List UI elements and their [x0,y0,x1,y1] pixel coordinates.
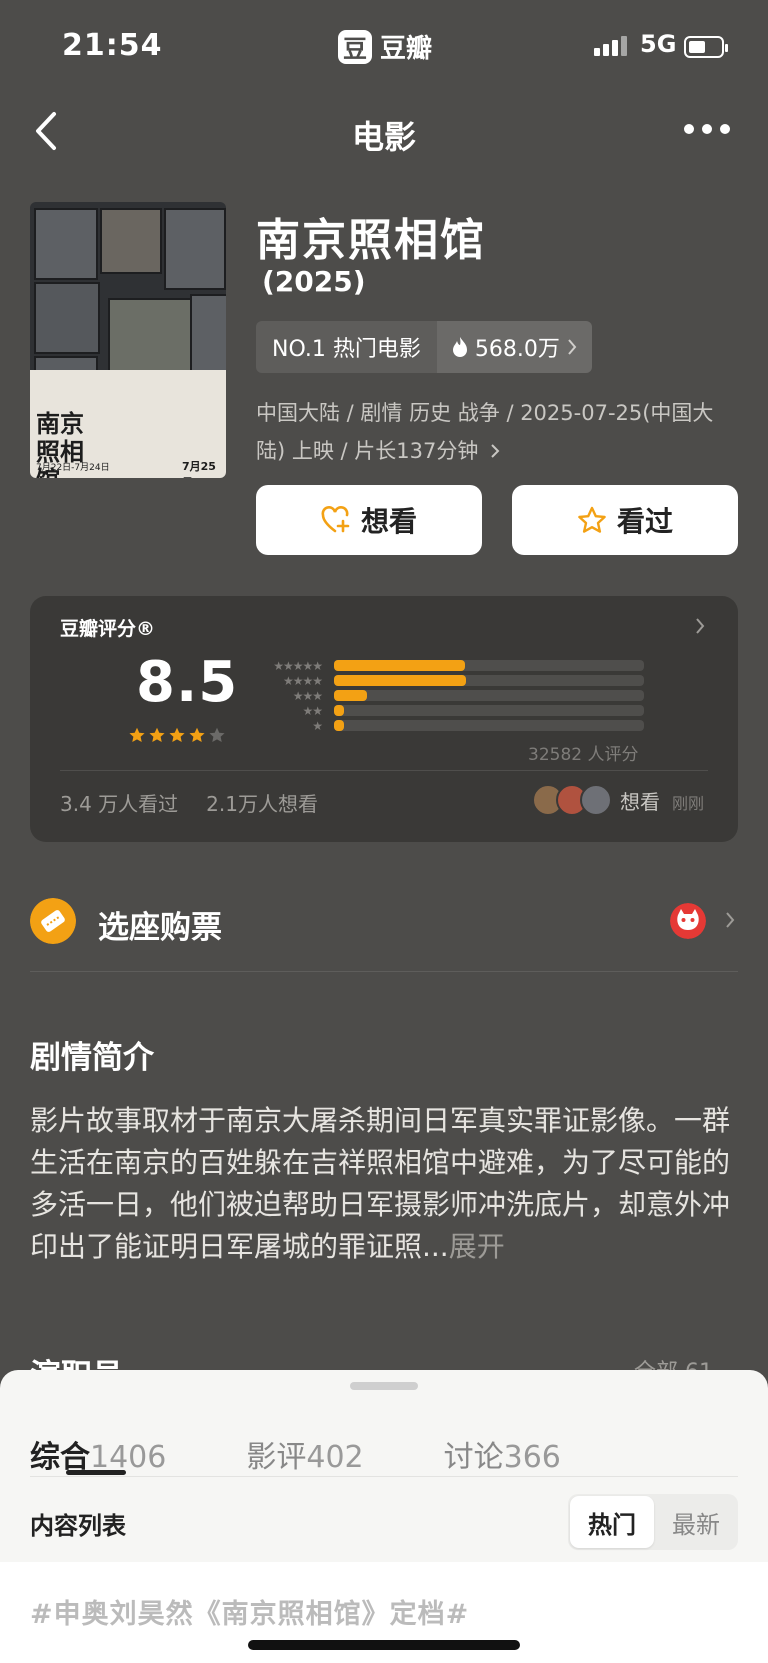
distribution-track [334,690,644,701]
movie-poster[interactable]: 南京照相馆 7月22日-7月24日 7月25日 [30,202,226,478]
movie-meta[interactable]: 中国大陆 / 剧情 历史 战争 / 2025-07-25(中国大陆) 上映 / … [256,394,736,470]
distribution-row: ★★ [252,703,652,719]
status-time: 21:54 [62,28,163,63]
distribution-row: ★★★★ [252,673,652,689]
distribution-row: ★ [252,718,652,734]
seen-label: 看过 [616,505,673,538]
distribution-bar [334,675,467,686]
rating-star-icon [189,727,205,742]
content-list-title: 内容列表 [30,1512,126,1540]
divider [60,770,708,771]
active-tab-indicator [66,1470,126,1475]
distribution-bar [334,660,465,671]
distribution-track [334,705,644,716]
distribution-stars-icon: ★ [312,719,323,733]
page-title: 电影 [351,118,416,156]
divider [30,971,738,972]
flame-icon [452,337,467,357]
chevron-right-icon [568,339,577,355]
wanted-count: 2.1万人想看 [206,792,318,816]
rating-stats: 3.4 万人看过 2.1万人想看 [60,788,318,817]
watched-button[interactable]: 看过 [512,485,738,555]
sort-toggle: 热门 最新 [568,1494,738,1550]
battery-icon [684,36,728,58]
movie-year: (2025) [262,265,366,298]
signal-icon [594,36,627,56]
network-label: 5G [640,30,677,58]
distribution-stars-icon: ★★★ [292,689,323,703]
rank-label: NO.1 热门电影 [256,321,437,373]
distribution-row: ★★★ [252,688,652,704]
distribution-stars-icon: ★★★★★ [273,659,323,673]
rating-score: 8.5 [136,650,239,715]
star-icon [578,506,606,533]
avatar [580,784,612,816]
distribution-stars-icon: ★★ [302,704,323,718]
tab-count: 402 [306,1440,364,1475]
want-label: 想看 [360,505,417,538]
distribution-track [334,720,644,731]
recent-time: 刚刚 [672,794,705,813]
rating-star-icon [149,727,165,742]
movie-title: 南京照相馆 [256,215,486,266]
sort-hot-button[interactable]: 热门 [570,1496,654,1548]
rating-card[interactable]: 豆瓣评分® 8.5 ★★★★★ ★★★★ ★★★ ★★ ★ 32582 人评分 3.4 … [30,596,738,842]
heat-value: 568.0万 [474,337,560,362]
tab-label: 影评 [246,1440,307,1475]
watched-count: 3.4 万人看过 [60,792,179,816]
app-badge: 豆 豆瓣 [338,28,432,65]
bottom-sheet[interactable]: 综合1406 影评402 讨论366 内容列表 热门 最新 #申奥刘昊然《南京照… [0,1370,768,1663]
recent-action: 想看 [620,790,660,814]
buy-ticket-label[interactable]: 选座购票 [98,902,222,947]
rating-star-icon [169,727,185,742]
rating-star-icon [209,727,225,742]
want-to-watch-button[interactable]: 想看 [256,485,482,555]
distribution-bar [334,705,344,716]
synopsis-title: 剧情简介 [30,1040,154,1076]
rating-star-icon [129,727,145,742]
heat-chip: 568.0万 [436,321,592,373]
synopsis-text[interactable]: 影片故事取材于南京大屠杀期间日军真实罪证影像。一群生活在南京的百姓躲在吉祥照相馆… [30,1100,738,1268]
rating-source-label: 豆瓣评分® [60,618,156,640]
distribution-stars-icon: ★★★★ [282,674,323,688]
distribution-track [334,675,644,686]
app-name: 豆瓣 [380,34,433,64]
rank-chip[interactable]: NO.1 热门电影 568.0万 [256,321,592,373]
sort-new-button[interactable]: 最新 [654,1496,738,1548]
more-icon[interactable] [684,118,734,140]
meta-text: 中国大陆 / 剧情 历史 战争 / 2025-07-25(中国大陆) 上映 / … [256,401,714,463]
chevron-right-icon [696,618,705,634]
friend-avatars[interactable] [532,784,612,816]
distribution-track [334,660,644,671]
chevron-right-icon [491,444,500,458]
poster-release-date: 7月25日 [182,460,216,478]
rating-count: 32582 人评分 [528,745,639,765]
distribution-bar [334,690,368,701]
tab-discussions[interactable]: 讨论366 [444,1432,561,1476]
ticket-icon [30,898,76,944]
heart-plus-icon [321,506,350,533]
poster-preview-date: 7月22日-7月24日 [36,463,110,473]
home-indicator [248,1640,520,1650]
sheet-grabber[interactable] [350,1382,418,1390]
chevron-right-icon[interactable] [724,910,736,930]
tab-reviews[interactable]: 影评402 [246,1432,363,1476]
rating-stars [128,726,226,744]
douban-logo-icon: 豆 [338,29,372,64]
divider [30,1476,738,1477]
distribution-bar [334,720,344,731]
rating-distribution: ★★★★★ ★★★★ ★★★ ★★ ★ [252,658,652,742]
distribution-row: ★★★★★ [252,658,652,674]
tab-label: 讨论 [443,1440,504,1475]
tab-count: 366 [503,1440,561,1475]
maoyan-cat-icon [670,903,706,939]
synopsis-body: 影片故事取材于南京大屠杀期间日军真实罪证影像。一群生活在南京的百姓躲在吉祥照相馆… [30,1104,731,1263]
expand-link[interactable]: 展开 [449,1230,505,1263]
post-title: #申奥刘昊然《南京照相馆》定档# [30,1599,470,1630]
